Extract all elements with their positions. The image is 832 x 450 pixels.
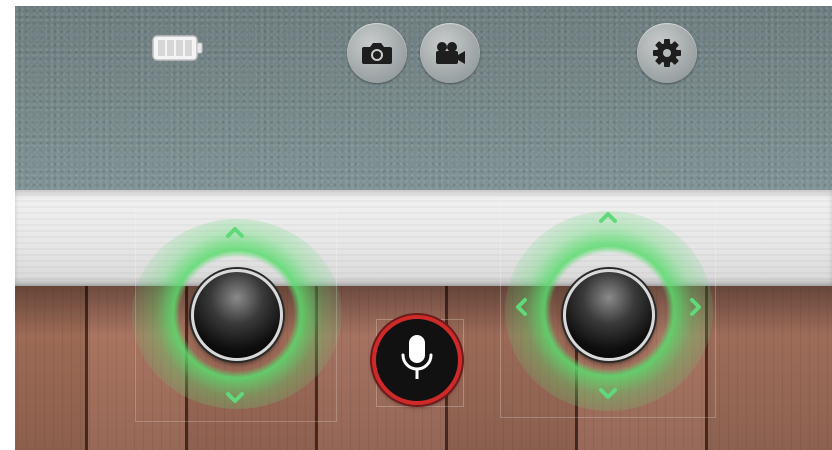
right-joystick-knob[interactable] [563,269,655,361]
chevron-up-icon [225,225,245,244]
video-camera-icon [433,40,467,66]
right-joystick-right-arrow[interactable] [686,297,706,322]
chevron-left-icon [514,297,528,322]
camera-icon [361,40,393,66]
controller-screen [15,6,832,450]
microphone-button[interactable] [372,315,462,405]
left-joystick-knob[interactable] [191,269,283,361]
right-joystick-up-arrow[interactable] [598,209,618,229]
chevron-down-icon [225,391,245,410]
gear-icon [652,38,682,68]
wall-background [15,6,832,190]
camera-button[interactable] [347,23,407,83]
chevron-up-icon [598,210,618,229]
battery-full-icon [152,34,204,62]
left-joystick-up-arrow[interactable] [225,224,245,244]
settings-button[interactable] [637,23,697,83]
right-joystick-down-arrow[interactable] [598,386,618,406]
left-joystick-down-arrow[interactable] [225,390,245,410]
microphone-icon [397,333,437,388]
chevron-right-icon [689,297,703,322]
chevron-down-icon [598,387,618,406]
right-joystick-left-arrow[interactable] [511,297,531,322]
video-record-button[interactable] [420,23,480,83]
